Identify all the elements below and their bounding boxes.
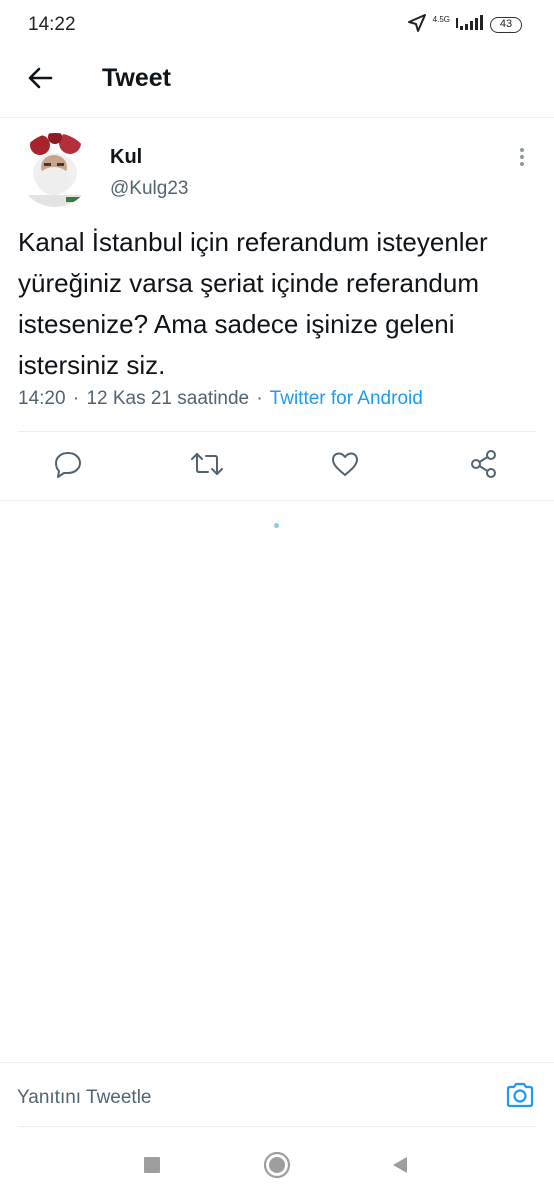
tweet-source-link[interactable]: Twitter for Android <box>270 388 423 409</box>
more-options-button[interactable] <box>510 144 534 174</box>
meta-separator: · <box>72 388 80 409</box>
like-button[interactable] <box>329 450 361 482</box>
recents-square-icon <box>143 1156 161 1179</box>
app-header: Tweet <box>0 50 554 118</box>
arrow-left-icon <box>27 66 53 95</box>
like-icon <box>330 450 360 483</box>
system-back-button[interactable] <box>385 1152 415 1182</box>
status-bar: 14:22 4.5G 43 <box>0 0 554 50</box>
share-icon <box>469 449 499 484</box>
author-name[interactable]: Kul <box>110 146 142 169</box>
divider <box>18 1126 536 1127</box>
camera-icon <box>505 1082 535 1113</box>
loading-indicator <box>274 523 279 528</box>
author-handle[interactable]: @Kulg23 <box>110 178 188 200</box>
status-time: 14:22 <box>28 14 76 35</box>
camera-button[interactable] <box>504 1081 536 1113</box>
home-circle-icon <box>263 1151 291 1184</box>
share-button[interactable] <box>468 449 500 484</box>
system-nav-bar <box>0 1130 554 1200</box>
recents-button[interactable] <box>137 1152 167 1182</box>
network-type: 4.5G <box>432 14 450 24</box>
home-button[interactable] <box>262 1151 292 1184</box>
divider <box>0 500 554 501</box>
retweet-icon <box>191 450 223 483</box>
reply-button[interactable] <box>52 450 84 482</box>
status-icons: 4.5G 43 <box>407 12 522 38</box>
back-button[interactable] <box>22 62 58 98</box>
location-arrow-icon <box>407 13 427 38</box>
reply-bar: Yanıtını Tweetle <box>0 1062 554 1130</box>
back-triangle-icon <box>390 1155 410 1180</box>
tweet-time: 14:20 <box>18 388 66 409</box>
tweet-actions <box>0 432 554 500</box>
tweet-text: Kanal İstanbul için referandum isteyenle… <box>18 227 488 380</box>
signal-icon <box>456 14 484 37</box>
tweet-date: 12 Kas 21 saatinde <box>86 388 250 409</box>
battery-icon: 43 <box>490 17 522 33</box>
page-title: Tweet <box>102 64 171 92</box>
avatar[interactable] <box>18 133 92 207</box>
meta-separator: · <box>256 388 263 409</box>
retweet-button[interactable] <box>191 450 223 482</box>
reply-input[interactable]: Yanıtını Tweetle <box>17 1087 152 1109</box>
more-vertical-icon <box>519 147 525 172</box>
reply-icon <box>53 450 83 483</box>
tweet-meta: 14:20 · 12 Kas 21 saatinde · Twitter for… <box>18 388 423 410</box>
